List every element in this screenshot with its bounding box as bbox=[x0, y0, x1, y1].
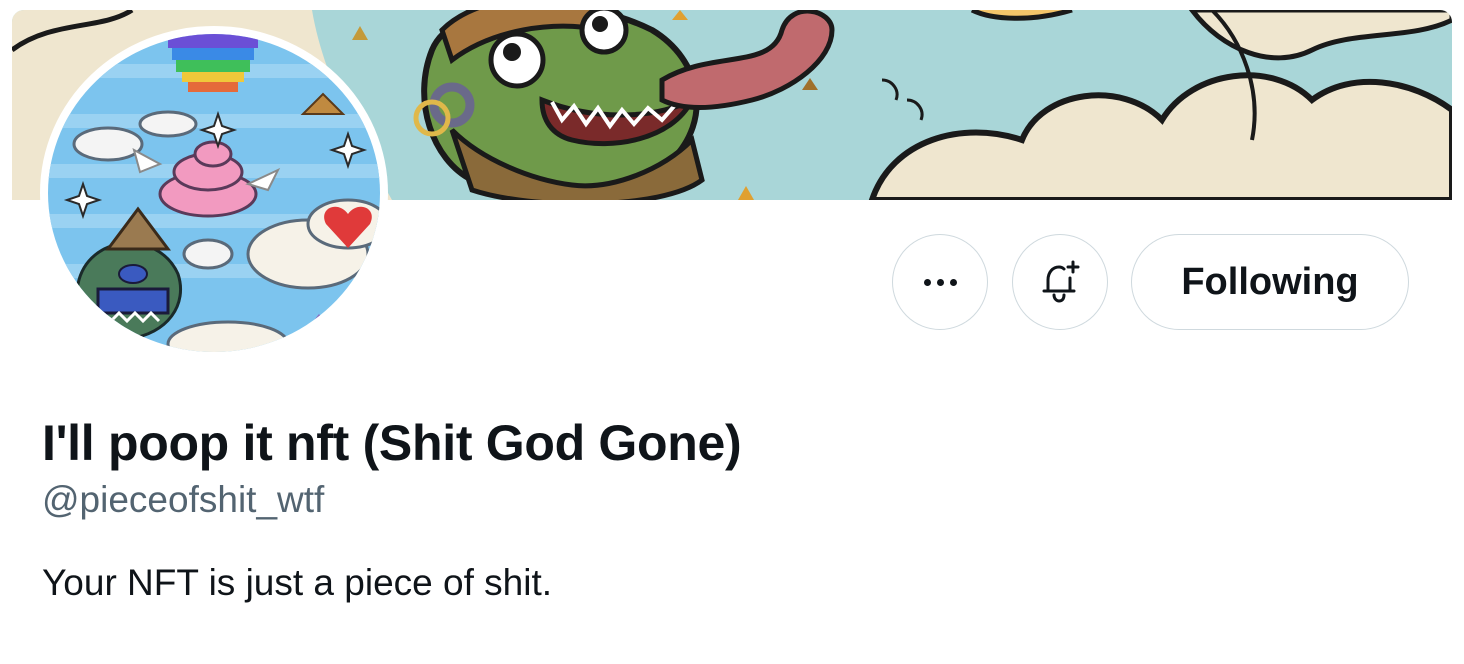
profile-display-name: I'll poop it nft (Shit God Gone) bbox=[42, 415, 742, 471]
bell-plus-icon bbox=[1042, 260, 1080, 303]
profile-avatar[interactable] bbox=[40, 26, 388, 360]
profile-bio: Your NFT is just a piece of shit. bbox=[42, 562, 553, 603]
following-button-label: Following bbox=[1181, 260, 1359, 303]
notifications-button[interactable] bbox=[1012, 234, 1108, 330]
more-horizontal-icon bbox=[923, 278, 957, 286]
profile-handle: @pieceofshit_wtf bbox=[42, 479, 325, 520]
following-button[interactable]: Following bbox=[1131, 234, 1409, 330]
avatar-illustration bbox=[48, 34, 380, 352]
more-options-button[interactable] bbox=[892, 234, 988, 330]
